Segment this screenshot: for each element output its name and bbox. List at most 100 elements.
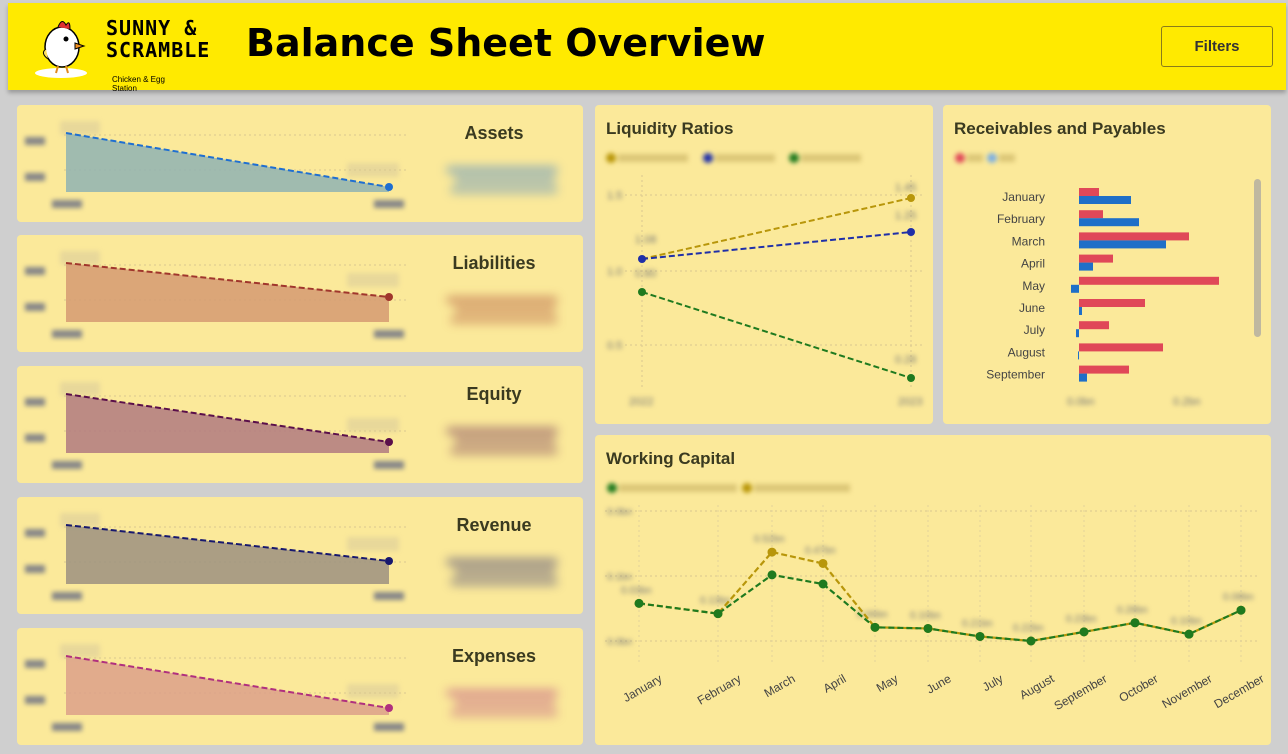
receivables-bar[interactable] [1079, 210, 1103, 219]
net-working-capital-point[interactable] [870, 622, 880, 632]
payables-bar[interactable] [1079, 218, 1139, 227]
receivables-bar[interactable] [1079, 188, 1099, 196]
logo-line-2: SCRAMBLE [106, 38, 211, 62]
receivables-bar[interactable] [1079, 276, 1219, 285]
payables-bar[interactable] [1076, 329, 1079, 338]
net-working-capital-point[interactable] [1184, 629, 1194, 639]
receivables-scrollbar[interactable] [1254, 179, 1261, 337]
wc-month-label: September [1052, 671, 1110, 712]
receivables-month-label: March [1012, 234, 1045, 248]
filters-button[interactable]: Filters [1161, 26, 1273, 67]
net-working-capital-point[interactable] [1079, 627, 1089, 637]
liquidity-label-cash: 0.80 [635, 268, 656, 280]
logo-wordmark: SUNNY & SCRAMBLE [106, 17, 210, 61]
net-working-capital-point[interactable] [634, 598, 644, 608]
wc-y-tick: 0.0bn [607, 637, 632, 648]
liquidity-label-current: 1.45 [895, 182, 916, 194]
cash-ratio-point [907, 374, 915, 382]
payables-bar[interactable] [1078, 351, 1079, 360]
net-working-capital-point[interactable] [923, 623, 933, 633]
wc-month-label: November [1160, 671, 1215, 711]
kpi-endpoint [385, 438, 393, 446]
working-capital-point[interactable] [767, 547, 777, 557]
kpi-area [66, 525, 389, 584]
payables-bar[interactable] [1079, 240, 1166, 249]
quick-ratio-point [638, 255, 646, 263]
net-working-capital-point[interactable] [818, 579, 828, 589]
receivables-month-label: February [997, 212, 1045, 226]
kpi-title: Liabilities [452, 253, 536, 273]
net-working-capital-point[interactable] [975, 631, 985, 641]
wc-month-label: January [621, 671, 665, 704]
quick-ratio-line [641, 231, 912, 260]
wc-data-label: 0.08bn [1223, 592, 1254, 603]
logo-tagline: Chicken & Egg Station [112, 75, 165, 93]
wc-data-label: 0.03bn [621, 585, 652, 596]
wc-data-label: 0.21bn [962, 618, 993, 629]
kpi-card-expenses: Expenses [17, 628, 583, 745]
liquidity-legend [606, 153, 861, 163]
payables-bar[interactable] [1079, 307, 1082, 315]
current-ratio-line [641, 197, 912, 260]
kpi-title: Equity [466, 384, 522, 404]
receivables-x-tick: 0.0bn [1067, 396, 1095, 408]
receivables-bar[interactable] [1079, 299, 1145, 307]
net-working-capital-point[interactable] [713, 609, 723, 619]
kpi-area [66, 656, 389, 715]
payables-bar[interactable] [1071, 284, 1079, 293]
receivables-payables-panel: Receivables and Payables January February… [943, 105, 1271, 424]
working-capital-chart: 0.0bn 0.1bn 0.0bn 0.03bn0.13bn0.52bn0.47… [605, 483, 1267, 713]
receivables-bar[interactable] [1079, 254, 1113, 263]
wc-y-tick: 0.0bn [607, 507, 632, 518]
kpi-redacted-value [447, 167, 557, 193]
receivables-bar[interactable] [1079, 365, 1129, 374]
liquidity-label-current: 1.08 [635, 234, 656, 246]
wc-month-label: March [762, 671, 798, 700]
wc-data-label: 0.52bn [754, 534, 785, 545]
receivables-month-label: September [986, 368, 1045, 382]
kpi-title: Assets [464, 123, 524, 143]
working-capital-legend [607, 483, 850, 493]
receivables-month-label: May [1022, 279, 1045, 293]
kpi-card-equity: Equity [17, 366, 583, 483]
receivables-month-label: August [1008, 345, 1046, 359]
liquidity-x-tick: 2022 [629, 396, 653, 408]
kpi-card-assets: Assets [17, 105, 583, 222]
receivables-legend [955, 153, 1015, 163]
net-working-capital-point[interactable] [1026, 636, 1036, 646]
page-title: Balance Sheet Overview [246, 21, 766, 65]
payables-bar[interactable] [1079, 196, 1131, 204]
wc-data-label: 0.10bn [1171, 616, 1202, 627]
net-working-capital-point[interactable] [1130, 618, 1140, 628]
kpi-title: Expenses [451, 646, 537, 666]
kpi-redacted-value [447, 428, 557, 454]
wc-month-label: May [874, 671, 901, 694]
kpi-sparkline [25, 644, 407, 731]
working-capital-point[interactable] [818, 558, 828, 568]
net-working-capital-point[interactable] [767, 570, 777, 580]
chicken-icon [35, 21, 87, 78]
kpi-endpoint [385, 183, 393, 191]
receivables-bar[interactable] [1079, 232, 1189, 241]
receivables-bar[interactable] [1079, 343, 1163, 352]
working-capital-panel: Working Capital 0.0bn 0.1bn 0.0bn 0.03bn… [595, 435, 1271, 745]
receivables-bar[interactable] [1079, 321, 1109, 330]
payables-bar[interactable] [1079, 262, 1093, 271]
cash-ratio-point [638, 288, 646, 296]
wc-month-label: December [1212, 671, 1267, 711]
kpi-title: Revenue [456, 515, 532, 535]
kpi-sparkline [25, 121, 407, 208]
kpi-area [66, 394, 389, 453]
wc-data-label: 0.10bn [910, 610, 941, 621]
kpi-sparkline [25, 382, 407, 469]
wc-data-label: 0.47bn [805, 545, 836, 556]
receivables-month-label: June [1019, 301, 1045, 315]
liquidity-y-tick: 0.5 [607, 340, 622, 352]
wc-month-label: October [1117, 671, 1161, 704]
liquidity-ratios-panel: Liquidity Ratios 1.5 1.0 0.5 2022 2023 1… [595, 105, 933, 424]
net-working-capital-point[interactable] [1236, 605, 1246, 615]
wc-data-label: 0.22bn [1013, 623, 1044, 634]
payables-bar[interactable] [1079, 373, 1087, 382]
kpi-endpoint [385, 704, 393, 712]
liquidity-label-quick: 1.25 [895, 210, 916, 222]
